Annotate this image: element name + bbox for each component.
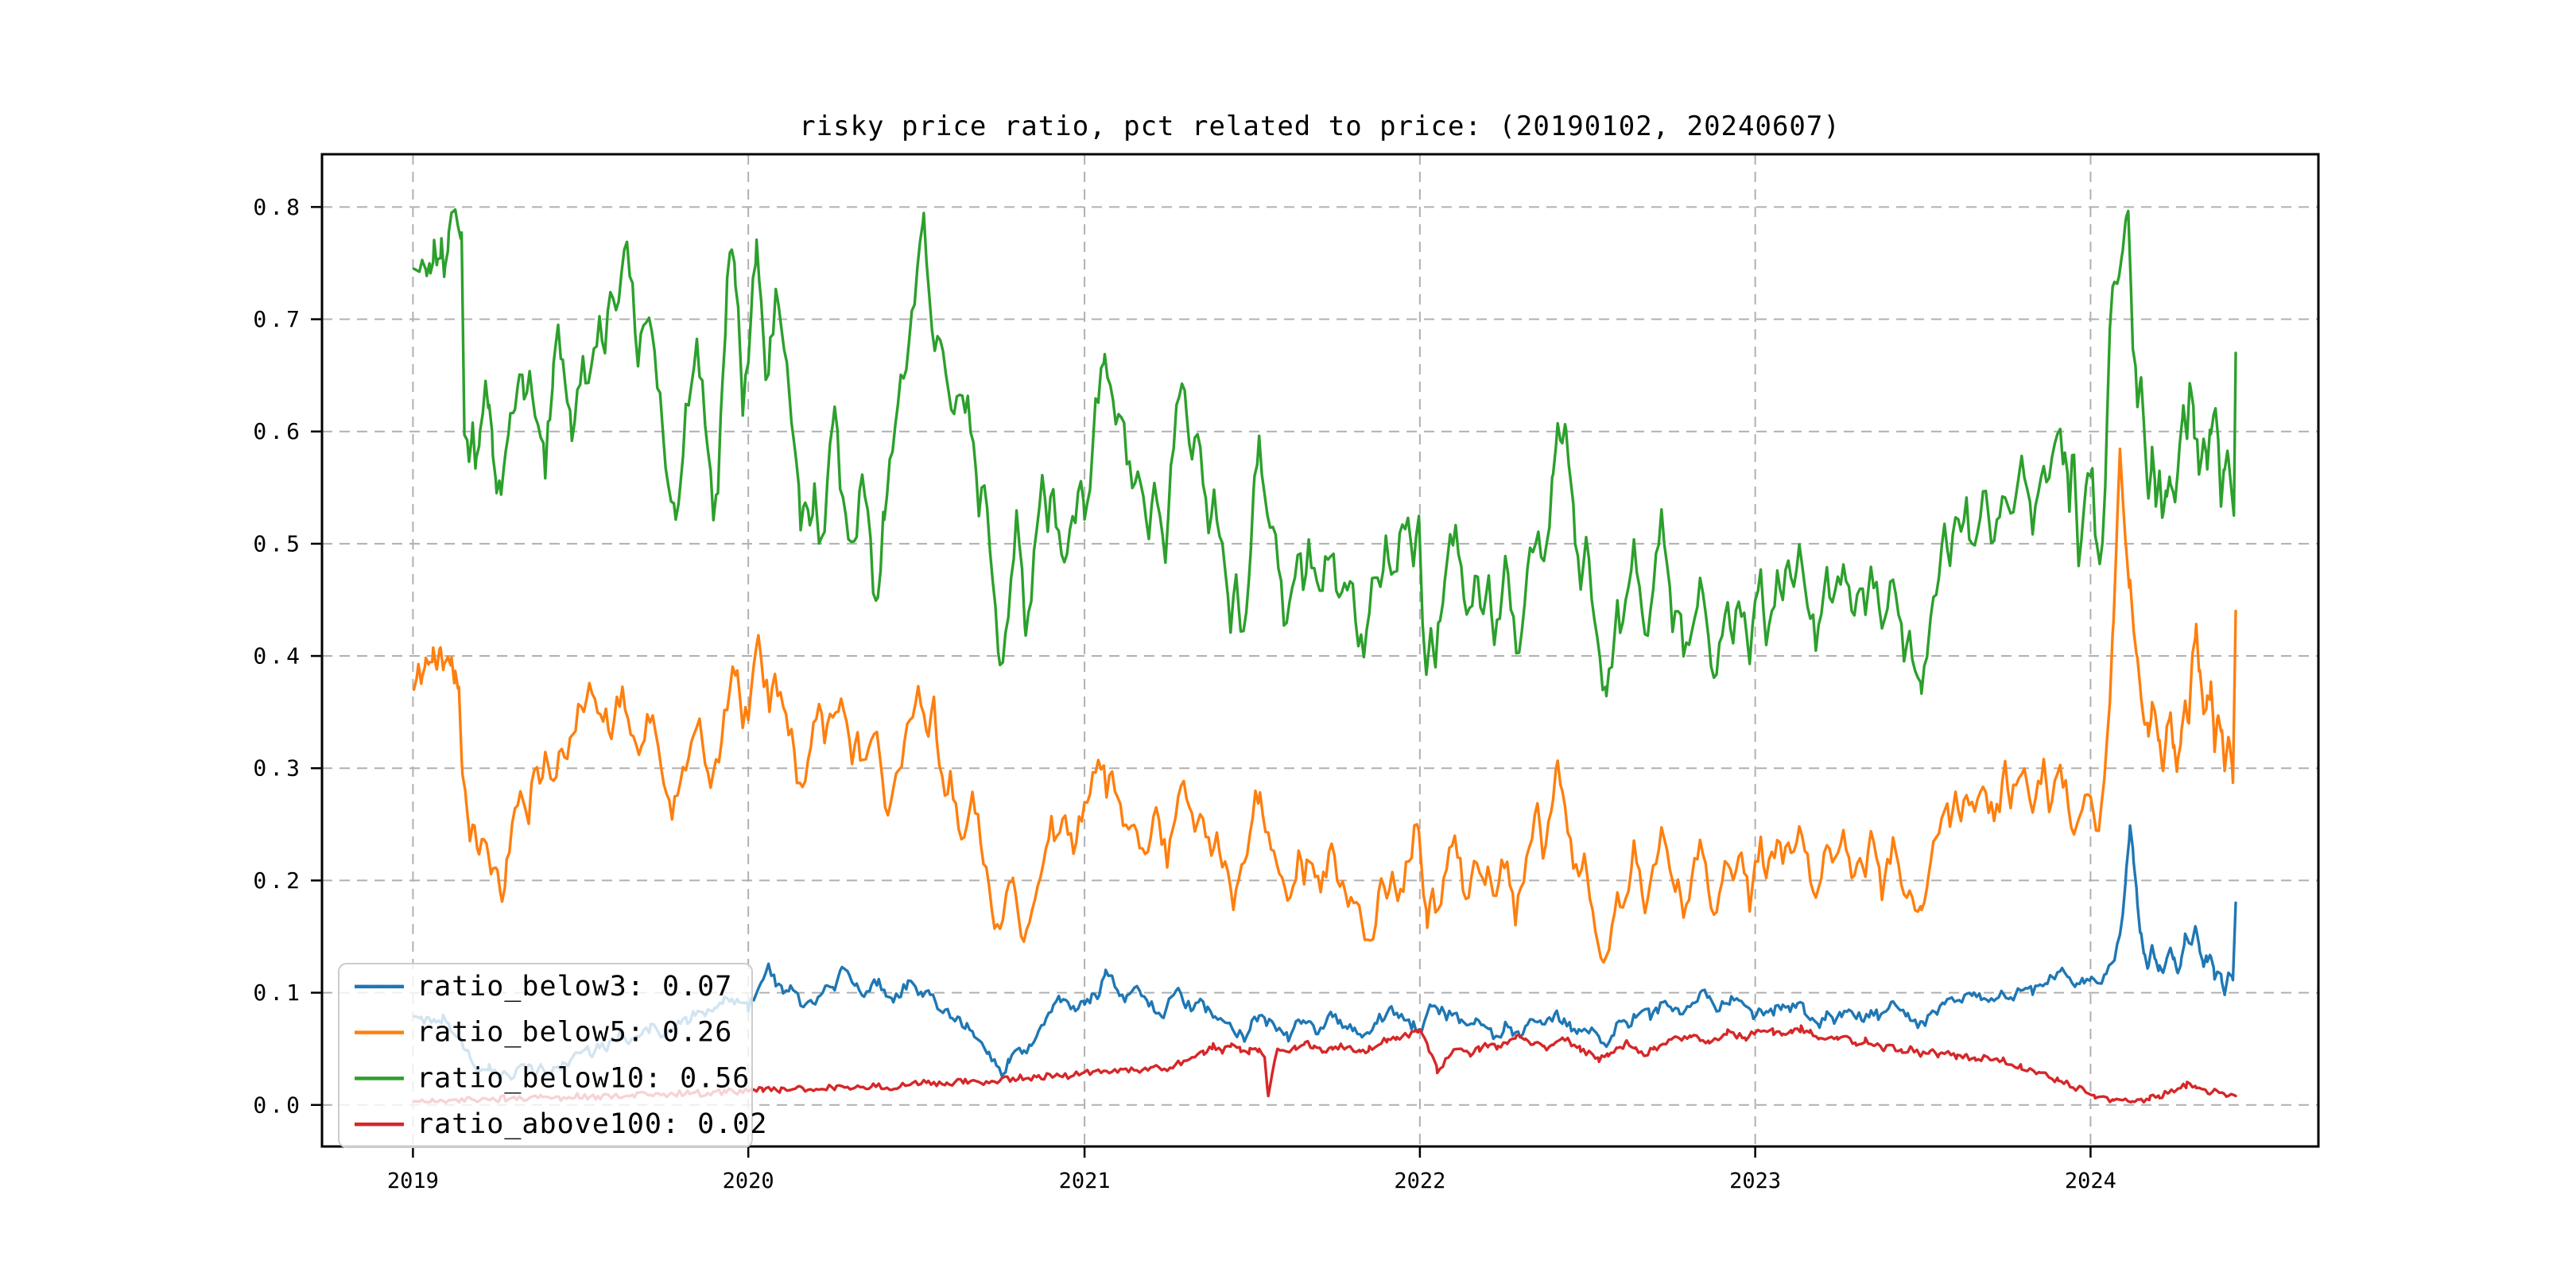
x-tick-label: 2020: [723, 1169, 774, 1193]
legend-label: ratio_below10: 0.56: [417, 1062, 750, 1094]
legend-label: ratio_below3: 0.07: [417, 971, 732, 1003]
y-tick-label: 0.7: [253, 306, 303, 332]
legend-item-ratio_above100: ratio_above100: 0.02: [355, 1108, 767, 1140]
chart-title: risky price ratio, pct related to price:…: [799, 111, 1841, 142]
x-tick-label: 2024: [2065, 1169, 2116, 1193]
y-tick-label: 0.5: [253, 530, 303, 557]
series-line-ratio_below10: [414, 210, 2236, 696]
chart-figure: 0.0 0.1 0.2 0.3 0.4 0.5 0.6 0.7 0.8 2019 2020 2021 2…: [0, 0, 2576, 1288]
x-tick-label: 2021: [1059, 1169, 1111, 1193]
x-tick-label: 2019: [387, 1169, 439, 1193]
y-tick-label: 0.4: [253, 643, 303, 669]
chart-canvas: 0.0 0.1 0.2 0.3 0.4 0.5 0.6 0.7 0.8 2019 2020 2021 2…: [0, 0, 2576, 1288]
y-tick-label: 0.8: [253, 194, 303, 220]
y-tick-label: 0.0: [253, 1092, 303, 1118]
y-tick-label: 0.6: [253, 418, 303, 444]
legend-box: ratio_below3: 0.07 ratio_below5: 0.26 rati…: [339, 964, 767, 1147]
legend-label: ratio_below5: 0.26: [417, 1017, 732, 1049]
y-tick-label: 0.3: [253, 755, 303, 782]
x-tick-label: 2023: [1729, 1169, 1781, 1193]
legend-label: ratio_above100: 0.02: [417, 1108, 767, 1140]
y-tick-label: 0.2: [253, 867, 303, 894]
y-tick-label: 0.1: [253, 980, 303, 1006]
x-tick-label: 2022: [1394, 1169, 1445, 1193]
